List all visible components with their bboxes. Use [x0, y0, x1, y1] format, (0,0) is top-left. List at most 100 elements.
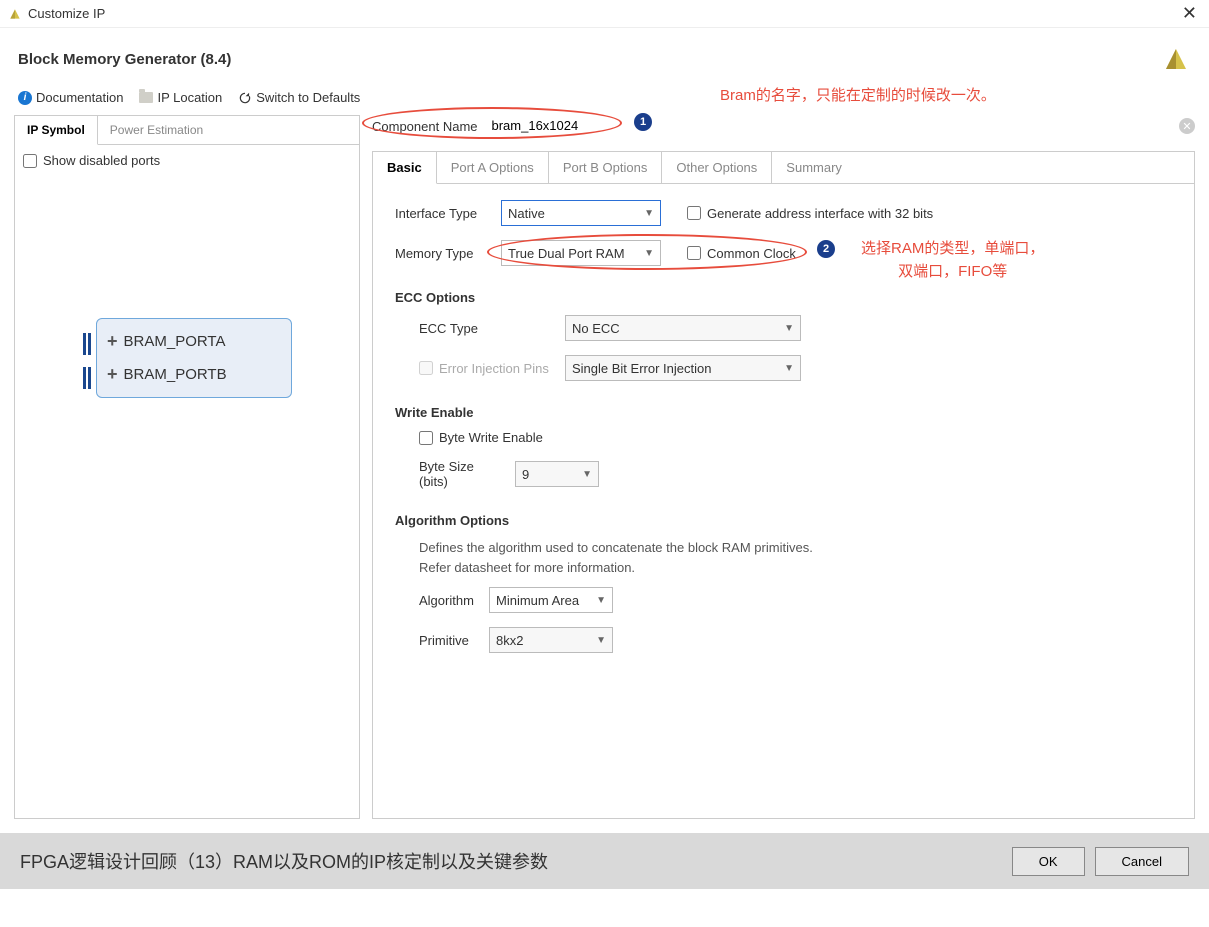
error-injection-input	[419, 361, 433, 375]
left-tabs: IP Symbol Power Estimation	[15, 116, 359, 145]
algorithm-value: Minimum Area	[496, 593, 579, 608]
ip-symbol-diagram: + BRAM_PORTA + BRAM_PORTB	[82, 318, 292, 398]
annotation-badge-1: 1	[634, 113, 652, 131]
component-name-input[interactable]	[486, 115, 1172, 137]
tab-port-a[interactable]: Port A Options	[437, 152, 549, 183]
tab-port-b[interactable]: Port B Options	[549, 152, 663, 183]
right-tabs-wrap: Basic Port A Options Port B Options Othe…	[372, 151, 1195, 819]
common-clock-label: Common Clock	[707, 246, 796, 261]
memory-type-select[interactable]: True Dual Port RAM ▼	[501, 240, 661, 266]
ecc-type-select[interactable]: No ECC ▼	[565, 315, 801, 341]
right-pane: 1 Component Name ✕ Basic Port A Options …	[372, 115, 1195, 819]
ecc-type-value: No ECC	[572, 321, 620, 336]
byte-write-enable-row: Byte Write Enable	[419, 430, 1172, 445]
close-button[interactable]: ✕	[1178, 3, 1201, 24]
interface-type-row: Interface Type Native ▼ Generate address…	[395, 200, 1172, 226]
byte-size-label: Byte Size (bits)	[419, 459, 505, 489]
primitive-value: 8kx2	[496, 633, 523, 648]
chevron-down-icon: ▼	[784, 363, 794, 374]
generate-32bit-checkbox[interactable]: Generate address interface with 32 bits	[687, 206, 933, 221]
ip-location-link[interactable]: IP Location	[139, 90, 222, 105]
primitive-label: Primitive	[419, 633, 479, 648]
ecc-type-row: ECC Type No ECC ▼	[419, 315, 1172, 341]
info-icon: i	[18, 91, 32, 105]
expand-icon: +	[107, 331, 118, 352]
byte-write-enable-input[interactable]	[419, 431, 433, 445]
vivado-logo-icon	[1161, 44, 1191, 74]
memory-type-label: Memory Type	[395, 246, 491, 261]
algorithm-label: Algorithm	[419, 593, 479, 608]
port-a-label: BRAM_PORTA	[124, 333, 226, 350]
documentation-label: Documentation	[36, 90, 123, 105]
app-logo-icon	[8, 7, 22, 21]
algorithm-select[interactable]: Minimum Area ▼	[489, 587, 613, 613]
port-b[interactable]: + BRAM_PORTB	[107, 364, 281, 385]
chevron-down-icon: ▼	[582, 469, 592, 480]
footer-caption: FPGA逻辑设计回顾（13）RAM以及ROM的IP核定制以及关键参数	[20, 848, 1002, 874]
generate-32bit-label: Generate address interface with 32 bits	[707, 206, 933, 221]
page-title: Block Memory Generator (8.4)	[18, 51, 231, 68]
switch-defaults-label: Switch to Defaults	[256, 90, 360, 105]
algorithm-help: Defines the algorithm used to concatenat…	[395, 538, 1172, 577]
write-enable-title: Write Enable	[395, 405, 1172, 420]
right-tabs: Basic Port A Options Port B Options Othe…	[373, 152, 1194, 184]
error-injection-select: Single Bit Error Injection ▼	[565, 355, 801, 381]
ip-block: + BRAM_PORTA + BRAM_PORTB	[96, 318, 292, 398]
common-clock-input[interactable]	[687, 246, 701, 260]
left-body: Show disabled ports + BRAM_PORTA + BRAM_…	[15, 145, 359, 406]
main: IP Symbol Power Estimation Show disabled…	[0, 115, 1209, 833]
port-a-bus-icon	[83, 333, 93, 355]
chevron-down-icon: ▼	[644, 248, 654, 259]
annotation-bram-name: Bram的名字，只能在定制的时候改一次。	[720, 84, 996, 105]
chevron-down-icon: ▼	[784, 323, 794, 334]
byte-write-enable-label: Byte Write Enable	[439, 430, 543, 445]
cancel-button[interactable]: Cancel	[1095, 847, 1189, 876]
algorithm-options-title: Algorithm Options	[395, 513, 1172, 528]
show-disabled-ports-checkbox[interactable]: Show disabled ports	[23, 153, 351, 168]
generate-32bit-input[interactable]	[687, 206, 701, 220]
byte-size-row: Byte Size (bits) 9 ▼	[419, 459, 1172, 489]
tab-power-estimation[interactable]: Power Estimation	[98, 116, 216, 144]
left-pane: IP Symbol Power Estimation Show disabled…	[14, 115, 360, 819]
port-b-bus-icon	[83, 367, 93, 389]
error-injection-label: Error Injection Pins	[439, 361, 549, 376]
component-name-row: 1 Component Name ✕	[372, 115, 1195, 137]
chevron-down-icon: ▼	[596, 635, 606, 646]
port-b-label: BRAM_PORTB	[124, 366, 227, 383]
error-injection-checkbox: Error Injection Pins	[419, 361, 555, 376]
interface-type-select[interactable]: Native ▼	[501, 200, 661, 226]
algorithm-row: Algorithm Minimum Area ▼	[419, 587, 1172, 613]
show-disabled-ports-input[interactable]	[23, 154, 37, 168]
annotation-ram-type: 选择RAM的类型，单端口， 双端口，FIFO等	[861, 238, 1044, 283]
ip-location-label: IP Location	[157, 90, 222, 105]
toolbar: i Documentation IP Location Switch to De…	[0, 84, 1209, 115]
tab-ip-symbol[interactable]: IP Symbol	[15, 116, 98, 145]
memory-type-row: 2 Memory Type True Dual Port RAM ▼ Commo…	[395, 240, 1172, 266]
primitive-select[interactable]: 8kx2 ▼	[489, 627, 613, 653]
component-name-label: Component Name	[372, 119, 478, 134]
interface-type-value: Native	[508, 206, 545, 221]
window-title: Customize IP	[28, 6, 105, 21]
ecc-type-label: ECC Type	[419, 321, 555, 336]
footer: FPGA逻辑设计回顾（13）RAM以及ROM的IP核定制以及关键参数 OK Ca…	[0, 833, 1209, 889]
port-a[interactable]: + BRAM_PORTA	[107, 331, 281, 352]
switch-defaults-link[interactable]: Switch to Defaults	[238, 90, 360, 105]
error-injection-value: Single Bit Error Injection	[572, 361, 711, 376]
tab-other[interactable]: Other Options	[662, 152, 772, 183]
annotation-badge-2: 2	[817, 240, 835, 258]
folder-icon	[139, 92, 153, 103]
error-injection-row: Error Injection Pins Single Bit Error In…	[419, 355, 1172, 381]
chevron-down-icon: ▼	[644, 208, 654, 219]
refresh-icon	[238, 91, 252, 105]
tab-basic[interactable]: Basic	[373, 152, 437, 184]
common-clock-checkbox[interactable]: Common Clock	[687, 246, 796, 261]
byte-write-enable-checkbox[interactable]: Byte Write Enable	[419, 430, 543, 445]
byte-size-select[interactable]: 9 ▼	[515, 461, 599, 487]
memory-type-value: True Dual Port RAM	[508, 246, 625, 261]
clear-button[interactable]: ✕	[1179, 118, 1195, 134]
documentation-link[interactable]: i Documentation	[18, 90, 123, 105]
ok-button[interactable]: OK	[1012, 847, 1085, 876]
primitive-row: Primitive 8kx2 ▼	[419, 627, 1172, 653]
tab-summary[interactable]: Summary	[772, 152, 856, 183]
chevron-down-icon: ▼	[596, 595, 606, 606]
